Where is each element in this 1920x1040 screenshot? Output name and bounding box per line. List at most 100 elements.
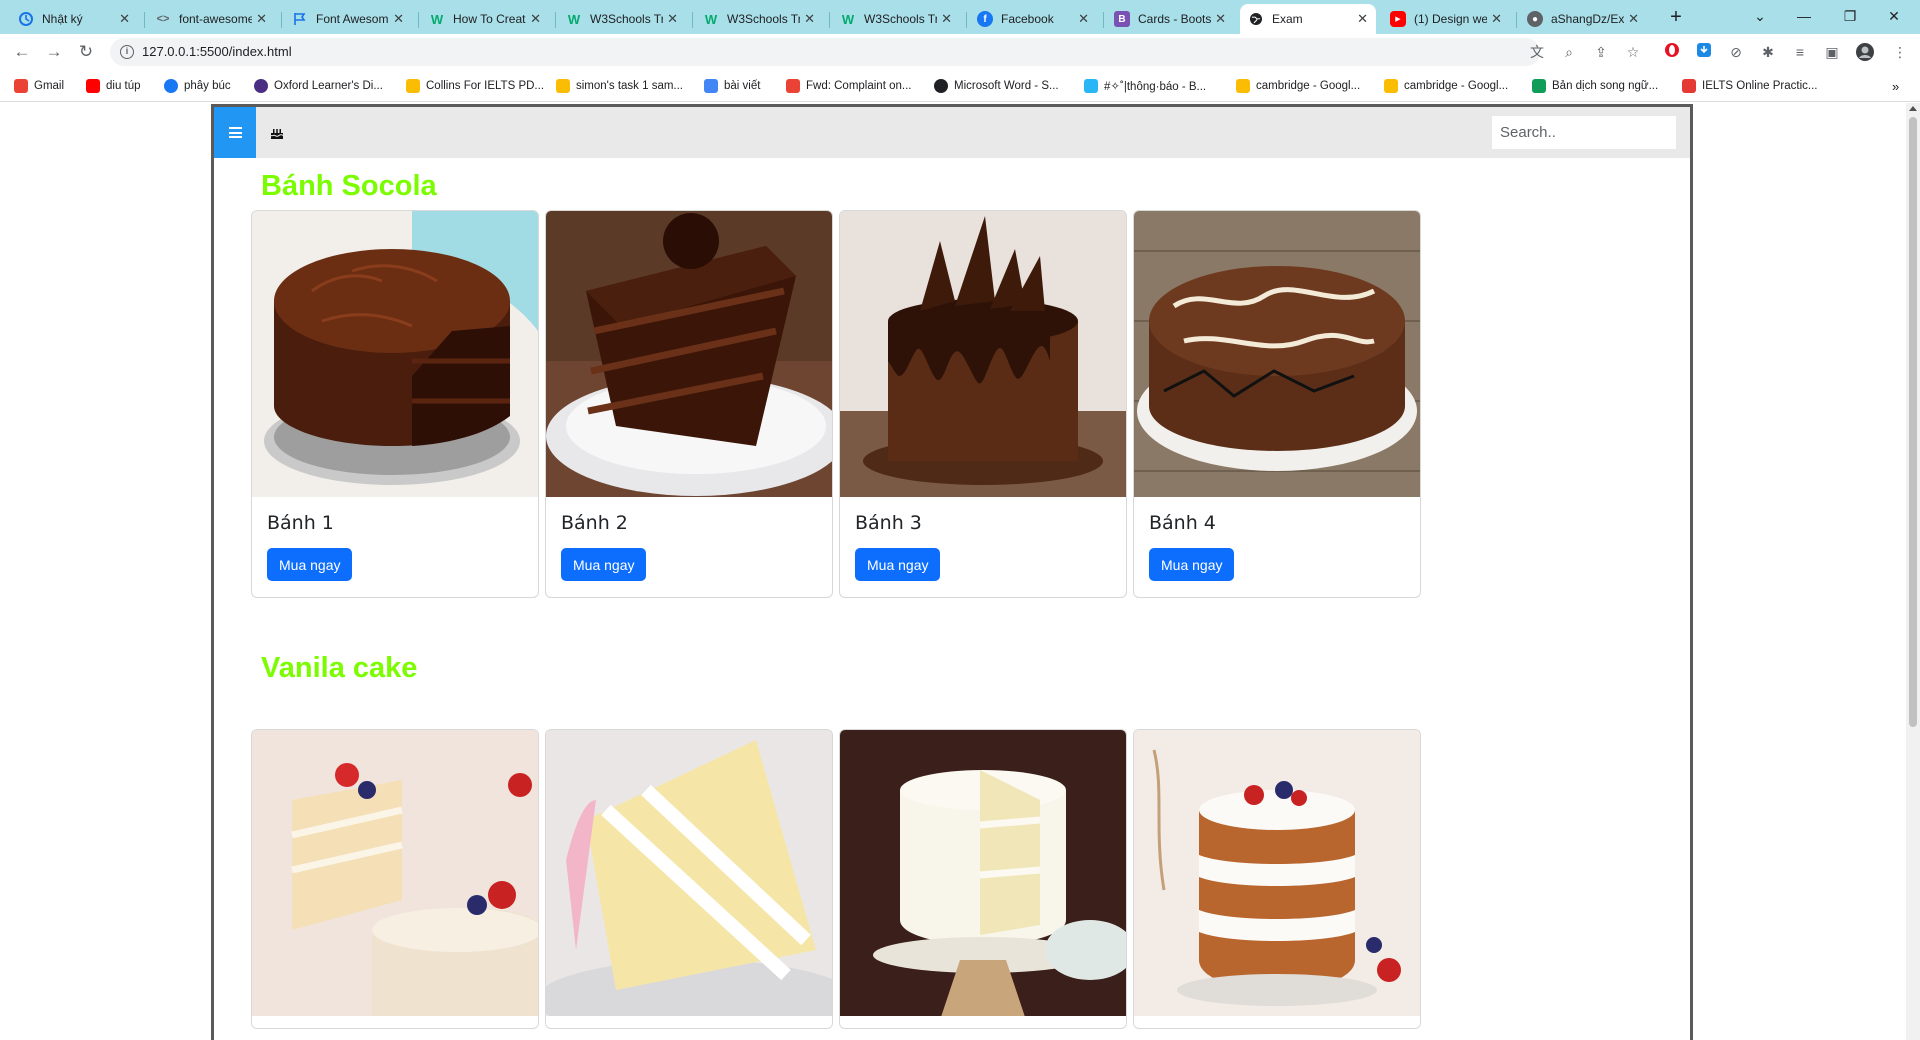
close-icon[interactable]: ✕ xyxy=(119,11,130,27)
drive-icon xyxy=(406,79,420,93)
bookmark-ban-dich[interactable]: Bản dịch song ngữ... xyxy=(1532,78,1658,94)
product-card: Bánh 4 Mua ngay xyxy=(1133,210,1421,598)
star-icon[interactable]: ☆ xyxy=(1623,42,1643,62)
bookmark-cambridge-2[interactable]: cambridge - Googl... xyxy=(1384,78,1508,94)
zoom-icon[interactable]: ⌕ xyxy=(1559,42,1579,62)
close-icon[interactable]: ✕ xyxy=(256,11,267,27)
share-icon[interactable]: ⇪ xyxy=(1591,42,1611,62)
tab-history[interactable]: Nhật ký ✕ xyxy=(10,4,138,34)
tab-exam[interactable]: Exam ✕ xyxy=(1240,4,1376,34)
browser-toolbar: ← → ↻ i 127.0.0.1:5500/index.html 文 ⌕ ⇪ … xyxy=(0,34,1920,70)
tab-github[interactable]: ● aShangDz/Ex ✕ xyxy=(1519,4,1647,34)
page-viewport: Bánh Socola Bánh 1 Mua ngay xyxy=(0,103,1906,1040)
close-icon[interactable]: ✕ xyxy=(1215,11,1226,27)
bookmark-oxford[interactable]: Oxford Learner's Di... xyxy=(254,78,383,94)
tab-font-awesome[interactable]: Font Awesome ✕ xyxy=(284,4,412,34)
extension-block-icon[interactable]: ⊘ xyxy=(1726,42,1746,62)
close-icon[interactable]: ✕ xyxy=(667,11,678,27)
restore-button[interactable]: ❐ xyxy=(1828,4,1872,28)
bookmark-label: Microsoft Word - S... xyxy=(954,80,1059,92)
menu-button[interactable] xyxy=(214,107,256,158)
close-icon[interactable]: ✕ xyxy=(1078,11,1089,27)
url-text: 127.0.0.1:5500/index.html xyxy=(142,44,292,59)
close-icon[interactable]: ✕ xyxy=(1628,11,1639,27)
tab-bootstrap-cards[interactable]: B Cards - Boots ✕ xyxy=(1106,4,1234,34)
bookmarks-bar: Gmail diu túp phây búc Oxford Learner's … xyxy=(0,70,1920,102)
tab-w3schools-3[interactable]: W W3Schools Tr ✕ xyxy=(832,4,960,34)
bookmark-facebook[interactable]: phây búc xyxy=(164,78,231,94)
tab-facebook[interactable]: f Facebook ✕ xyxy=(969,4,1097,34)
tab-w3schools-1[interactable]: W W3Schools Tr ✕ xyxy=(558,4,686,34)
tab-youtube-design[interactable]: ▶ (1) Design we ✕ xyxy=(1382,4,1510,34)
puzzle-icon[interactable]: ✱ xyxy=(1758,42,1778,62)
tab-title: W3Schools Tr xyxy=(590,12,664,26)
close-icon[interactable]: ✕ xyxy=(1357,11,1368,27)
bookmark-label: cambridge - Googl... xyxy=(1404,80,1509,92)
window-close-button[interactable]: ✕ xyxy=(1872,4,1916,28)
buy-now-button[interactable]: Mua ngay xyxy=(855,548,941,581)
reload-button[interactable]: ↻ xyxy=(74,40,98,64)
close-icon[interactable]: ✕ xyxy=(393,11,404,27)
product-card xyxy=(839,729,1127,1029)
avatar[interactable] xyxy=(1855,42,1875,62)
buy-now-button[interactable]: Mua ngay xyxy=(267,548,353,581)
buy-now-button[interactable]: Mua ngay xyxy=(1149,548,1235,581)
minimize-button[interactable]: — xyxy=(1782,4,1826,28)
bookmark-collins[interactable]: Collins For IELTS PD... xyxy=(406,78,544,94)
vanilla-cake-slice-image xyxy=(546,730,832,1016)
kebab-menu-icon[interactable]: ⋮ xyxy=(1890,42,1910,62)
tab-w3schools-2[interactable]: W W3Schools Tr ✕ xyxy=(695,4,823,34)
tab-how-to-create[interactable]: W How To Creat ✕ xyxy=(421,4,549,34)
bookmark-word[interactable]: Microsoft Word - S... xyxy=(934,78,1059,94)
tab-font-awesome-code[interactable]: <> font-awesome ✕ xyxy=(147,4,275,34)
product-card: Bánh 2 Mua ngay xyxy=(545,210,833,598)
side-panel-icon[interactable]: ▣ xyxy=(1822,42,1842,62)
flag-icon xyxy=(292,11,308,27)
bookmark-youtube[interactable]: diu túp xyxy=(86,78,141,94)
bookmark-label: #✧˚|thông·báo - B... xyxy=(1104,81,1207,93)
tab-title: Font Awesome xyxy=(316,12,390,26)
bookmark-label: Fwd: Complaint on... xyxy=(806,80,912,92)
bookmark-gmail[interactable]: Gmail xyxy=(14,78,64,94)
search-input[interactable] xyxy=(1492,116,1676,149)
history-icon xyxy=(18,11,34,27)
bookmark-bai-viet[interactable]: bài viết xyxy=(704,78,760,94)
translate-icon[interactable]: 文 xyxy=(1527,42,1547,62)
new-tab-button[interactable]: + xyxy=(1664,6,1688,30)
naked-berry-cake-image xyxy=(1134,730,1420,1016)
cake-button[interactable] xyxy=(256,107,298,158)
bookmark-cambridge-1[interactable]: cambridge - Googl... xyxy=(1236,78,1360,94)
chat-icon xyxy=(1084,79,1098,93)
drive-icon xyxy=(1384,79,1398,93)
scrollbar-thumb[interactable] xyxy=(1909,117,1917,727)
address-bar[interactable]: i 127.0.0.1:5500/index.html xyxy=(110,38,1540,66)
page-scrollbar[interactable] xyxy=(1906,103,1920,1040)
extension-download-icon[interactable] xyxy=(1694,42,1714,62)
bookmark-fwd-complaint[interactable]: Fwd: Complaint on... xyxy=(786,78,911,94)
bookmark-ielts-online[interactable]: IELTS Online Practic... xyxy=(1682,78,1817,94)
forward-button[interactable]: → xyxy=(42,40,66,64)
facebook-icon: f xyxy=(977,11,993,27)
bookmark-thong-bao[interactable]: #✧˚|thông·báo - B... xyxy=(1084,78,1206,94)
close-icon[interactable]: ✕ xyxy=(941,11,952,27)
scroll-up-arrow[interactable] xyxy=(1909,106,1917,111)
reading-list-icon[interactable]: ≡ xyxy=(1790,42,1810,62)
bookmark-label: Gmail xyxy=(34,80,65,92)
tab-title: W3Schools Tr xyxy=(727,12,801,26)
product-card: Bánh 3 Mua ngay xyxy=(839,210,1127,598)
bookmark-simon[interactable]: simon's task 1 sam... xyxy=(556,78,683,94)
chevron-down-icon[interactable]: ⌄ xyxy=(1738,4,1782,28)
info-icon[interactable]: i xyxy=(120,45,134,59)
ielts-icon xyxy=(1682,79,1696,93)
back-button[interactable]: ← xyxy=(10,40,34,64)
tab-title: aShangDz/Ex xyxy=(1551,12,1625,26)
product-card xyxy=(1133,729,1421,1029)
birthday-cake-icon xyxy=(270,128,284,139)
bookmarks-overflow-icon[interactable]: » xyxy=(1892,78,1899,94)
close-icon[interactable]: ✕ xyxy=(1491,11,1502,27)
tab-strip: Nhật ký ✕ <> font-awesome ✕ Font Awesome… xyxy=(0,0,1920,34)
buy-now-button[interactable]: Mua ngay xyxy=(561,548,647,581)
close-icon[interactable]: ✕ xyxy=(530,11,541,27)
extension-opera-icon[interactable] xyxy=(1662,42,1682,62)
close-icon[interactable]: ✕ xyxy=(804,11,815,27)
